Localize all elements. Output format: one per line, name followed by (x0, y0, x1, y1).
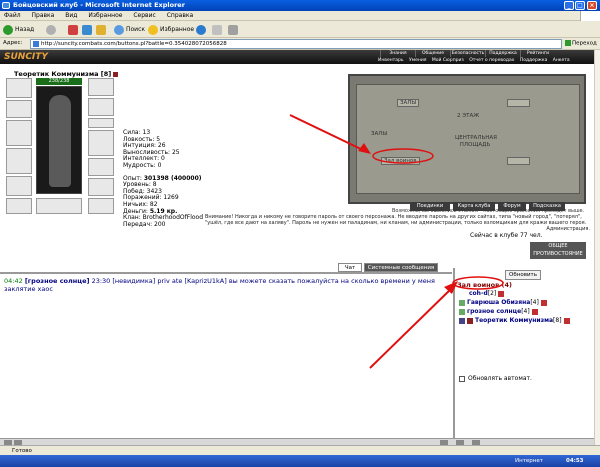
menu-help[interactable]: Справка (167, 12, 193, 19)
address-input[interactable]: http://suncity.combats.com/buttons.pl?ba… (30, 39, 562, 49)
annotation-circle-room (452, 276, 504, 290)
address-bar: Адрес: http://suncity.combats.com/button… (0, 38, 600, 50)
menu-view[interactable]: Вид (65, 12, 77, 19)
menu-bar: Файл Правка Вид Избранное Сервис Справка (0, 11, 600, 21)
go-arrow-icon (565, 40, 571, 46)
print-icon (228, 24, 238, 35)
home-icon (96, 24, 106, 35)
menu-tools[interactable]: Сервис (133, 12, 155, 19)
page-content: SUNCITY Знания Общение Безопасность Поддерж… (0, 50, 594, 445)
close-button[interactable]: × (587, 1, 597, 10)
annotation-arrowhead-room (444, 281, 458, 294)
annotation-overlay (289, 114, 504, 369)
refresh-button[interactable] (82, 24, 94, 35)
address-label: Адрес: (3, 40, 23, 46)
mail-button[interactable] (212, 24, 224, 35)
minimize-button[interactable]: _ (564, 1, 574, 10)
menu-favorites[interactable]: Избранное (88, 12, 122, 19)
ie-icon (2, 2, 10, 9)
favorites-button[interactable]: Избранное (148, 24, 194, 35)
print-button[interactable] (228, 24, 240, 35)
back-button[interactable]: Назад (3, 24, 34, 35)
taskbar: Интернет 04:53 (0, 455, 600, 467)
address-url: http://suncity.combats.com/buttons.pl?ba… (41, 41, 227, 47)
window-title: Бойцовский клуб - Microsoft Internet Exp… (13, 1, 185, 9)
internet-zone: Интернет (515, 458, 543, 464)
window-title-bar: Бойцовский клуб - Microsoft Internet Exp… (0, 0, 600, 11)
annotation-arrow-map (289, 114, 366, 152)
mail-icon (212, 24, 222, 35)
clock: 04:53 (566, 458, 584, 464)
browser-toolbar: Назад Поиск Избранное (0, 21, 600, 38)
search-button[interactable]: Поиск (114, 24, 145, 35)
stop-icon (68, 24, 78, 35)
page-icon (33, 41, 39, 47)
maximize-button[interactable]: □ (575, 1, 585, 10)
back-arrow-icon (3, 24, 13, 35)
media-button[interactable] (196, 24, 208, 35)
annotation-arrow-room (369, 285, 455, 369)
menu-file[interactable]: Файл (4, 12, 21, 19)
star-icon (148, 24, 158, 35)
stop-button[interactable] (68, 24, 80, 35)
annotation-arrowhead-map (358, 143, 371, 154)
search-icon (114, 24, 124, 35)
menu-edit[interactable]: Правка (32, 12, 55, 19)
annotation-circle-map (372, 148, 434, 164)
windows-logo-icon (580, 11, 600, 21)
status-text: Готово (12, 448, 32, 454)
forward-button[interactable] (46, 24, 58, 35)
media-icon (196, 24, 206, 35)
home-button[interactable] (96, 24, 108, 35)
refresh-icon (82, 24, 92, 35)
forward-arrow-icon (46, 24, 56, 35)
page-scrollbar[interactable] (594, 50, 600, 445)
go-button[interactable]: Переход (565, 40, 597, 47)
status-bar: Готово (0, 445, 600, 455)
